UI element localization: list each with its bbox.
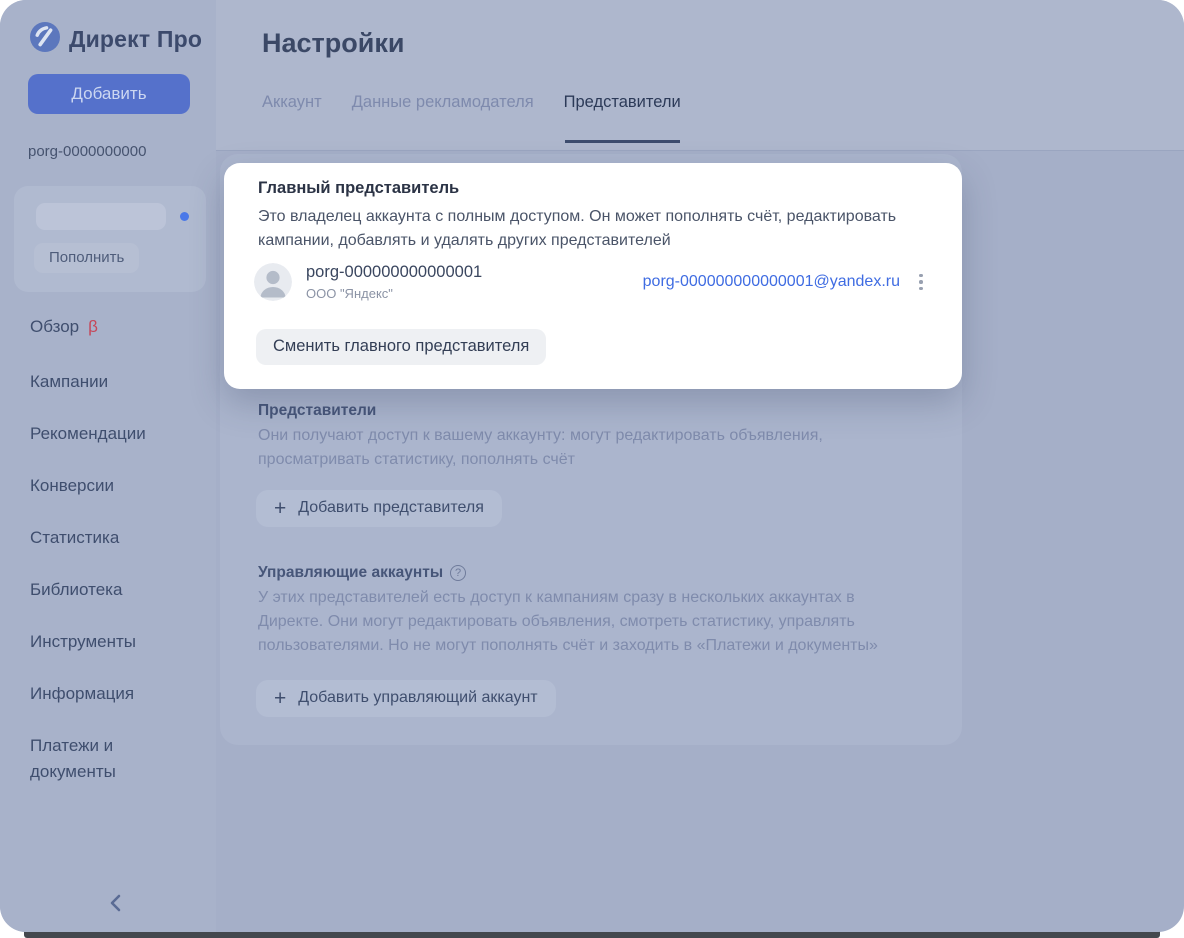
app-logo-text: Директ Про (69, 26, 202, 53)
tab-representatives[interactable]: Представители (564, 93, 681, 112)
sidebar-item-information[interactable]: Информация (30, 681, 190, 707)
user-company: ООО "Яндекс" (306, 286, 482, 301)
add-representative-label: Добавить представителя (298, 499, 484, 517)
managing-accounts-section-title: Управляющие аккаунты ? (258, 564, 466, 582)
card-title: Главный представитель (258, 179, 459, 198)
balance-skeleton (36, 203, 166, 230)
sidebar-item-overview[interactable]: Обзорβ (30, 314, 190, 340)
sidebar-item-recommendations[interactable]: Рекомендации (30, 421, 190, 447)
representatives-section-description: Они получают доступ к вашему аккаунту: м… (258, 424, 878, 472)
help-icon[interactable]: ? (450, 565, 466, 581)
user-email-link[interactable]: porg-000000000000001@yandex.ru (643, 273, 900, 291)
avatar (254, 263, 292, 301)
tab-advertiser-data[interactable]: Данные рекламодателя (352, 93, 534, 112)
managing-accounts-section-description: У этих представителей есть доступ к камп… (258, 586, 906, 658)
sidebar: Директ Про Добавить porg-0000000000 Попо… (0, 0, 216, 932)
wallet-card: Пополнить (14, 186, 206, 292)
collapse-sidebar-button[interactable] (103, 890, 129, 916)
change-main-representative-button[interactable]: Сменить главного представителя (256, 329, 546, 365)
account-id: porg-0000000000 (28, 143, 146, 160)
direct-pro-logo-icon (30, 22, 60, 57)
main-representative-card: Главный представитель Это владелец аккау… (224, 163, 962, 389)
sidebar-item-conversions[interactable]: Конверсии (30, 473, 190, 499)
main-representative-row: porg-000000000000001 ООО "Яндекс" porg-0… (254, 263, 926, 301)
sidebar-item-library[interactable]: Библиотека (30, 577, 190, 603)
sidebar-item-statistics[interactable]: Статистика (30, 525, 190, 551)
add-representative-button[interactable]: + Добавить представителя (256, 490, 502, 527)
add-managing-account-label: Добавить управляющий аккаунт (298, 689, 537, 707)
app-logo[interactable]: Директ Про (30, 22, 202, 57)
app-window: Директ Про Добавить porg-0000000000 Попо… (0, 0, 1184, 932)
topup-button[interactable]: Пополнить (34, 243, 139, 273)
plus-icon: + (274, 690, 286, 707)
tab-account[interactable]: Аккаунт (262, 93, 322, 112)
beta-badge: β (88, 317, 98, 336)
tabs: Аккаунт Данные рекламодателя Представите… (262, 93, 681, 112)
add-managing-account-button[interactable]: + Добавить управляющий аккаунт (256, 680, 556, 717)
screen: Директ Про Добавить porg-0000000000 Попо… (0, 0, 1184, 938)
add-button[interactable]: Добавить (28, 74, 190, 114)
user-login: porg-000000000000001 (306, 263, 482, 282)
representatives-section-title: Представители (258, 402, 376, 420)
sidebar-item-tools[interactable]: Инструменты (30, 629, 190, 655)
user-meta: porg-000000000000001 ООО "Яндекс" (306, 263, 482, 301)
chevron-left-icon (103, 890, 129, 916)
sidebar-menu: Обзорβ Кампании Рекомендации Конверсии С… (30, 314, 190, 811)
plus-icon: + (274, 500, 286, 517)
sidebar-item-label: Обзор (30, 317, 79, 336)
managing-accounts-title-text: Управляющие аккаунты (258, 564, 443, 582)
page-title: Настройки (262, 28, 404, 59)
sidebar-item-campaigns[interactable]: Кампании (30, 369, 190, 395)
header: Настройки Аккаунт Данные рекламодателя П… (216, 0, 1184, 151)
card-description: Это владелец аккаунта с полным доступом.… (258, 205, 948, 253)
sidebar-item-payments-documents[interactable]: Платежи и документы (30, 733, 190, 785)
kebab-menu-icon[interactable] (916, 271, 926, 293)
notification-dot (180, 212, 189, 221)
